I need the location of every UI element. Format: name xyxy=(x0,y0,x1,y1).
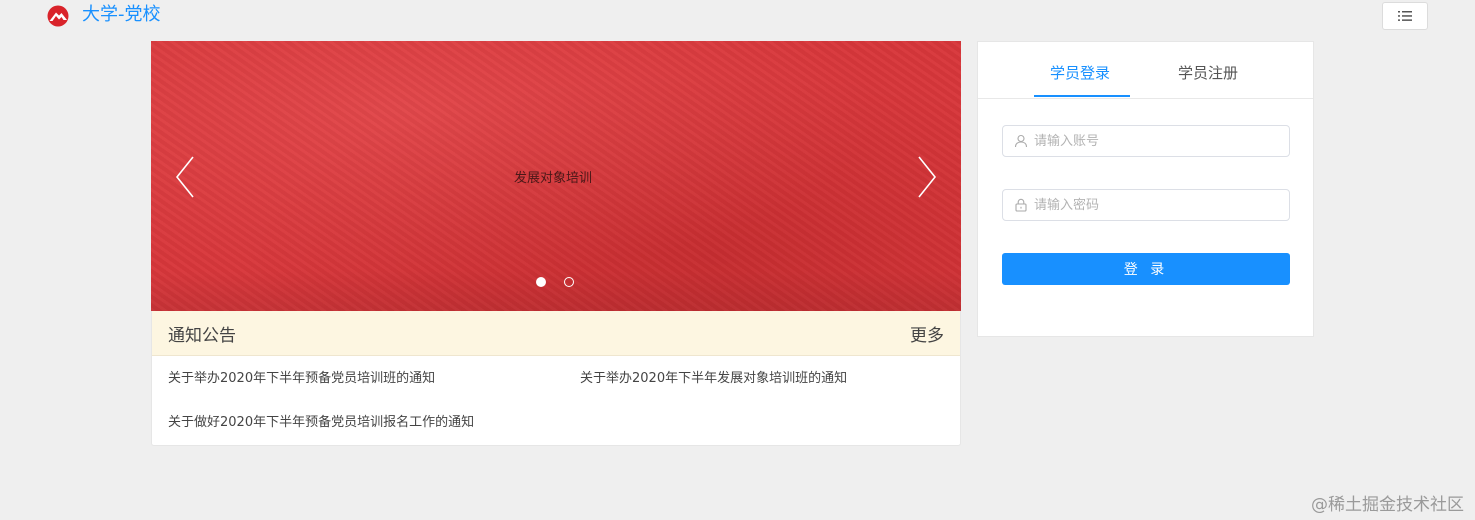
site-logo-icon[interactable] xyxy=(46,5,70,27)
chevron-right-icon xyxy=(918,156,937,198)
banner-carousel[interactable]: 发展对象培训 xyxy=(151,41,961,311)
carousel-prev-button[interactable] xyxy=(173,153,199,201)
carousel-dot-2[interactable] xyxy=(564,277,574,287)
tab-student-login[interactable]: 学员登录 xyxy=(1050,62,1110,83)
site-title[interactable]: 大学-党校 xyxy=(82,4,161,26)
menu-button[interactable] xyxy=(1382,2,1428,30)
list-menu-icon xyxy=(1398,11,1412,21)
active-tab-indicator xyxy=(1034,95,1130,97)
password-input[interactable] xyxy=(1034,191,1289,219)
slide-caption: 发展对象培训 xyxy=(514,171,593,186)
chevron-left-icon xyxy=(175,156,194,198)
notice-more-link[interactable]: 更多 xyxy=(910,321,944,346)
watermark: @稀土掘金技术社区 xyxy=(1311,495,1464,515)
carousel-dot-1[interactable] xyxy=(536,277,546,287)
password-field[interactable] xyxy=(1002,189,1290,221)
login-tabs: 学员登录 学员注册 xyxy=(978,42,1313,99)
username-input[interactable] xyxy=(1034,127,1289,155)
notice-panel: 通知公告 更多 关于举办2020年下半年预备党员培训班的通知 关于举办2020年… xyxy=(151,311,961,446)
notice-link[interactable]: 关于举办2020年下半年预备党员培训班的通知 xyxy=(168,367,435,386)
notice-title: 通知公告 xyxy=(168,325,236,346)
carousel-next-button[interactable] xyxy=(913,153,939,201)
user-icon xyxy=(1014,134,1028,148)
username-field[interactable] xyxy=(1002,125,1290,157)
notice-link[interactable]: 关于做好2020年下半年预备党员培训报名工作的通知 xyxy=(168,411,474,430)
tab-student-register[interactable]: 学员注册 xyxy=(1178,62,1238,83)
notice-link[interactable]: 关于举办2020年下半年发展对象培训班的通知 xyxy=(580,367,847,386)
login-panel: 学员登录 学员注册 登 录 xyxy=(977,41,1314,337)
notice-header: 通知公告 更多 xyxy=(152,311,960,356)
lock-icon xyxy=(1015,198,1027,212)
login-button[interactable]: 登 录 xyxy=(1002,253,1290,285)
